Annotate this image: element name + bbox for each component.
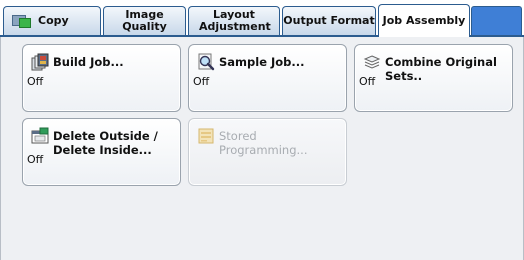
tab-bar: Copy Image Quality Layout Adjustment Out… bbox=[0, 0, 524, 41]
stored-programming-icon bbox=[198, 128, 214, 144]
tab-job-assembly-label: Job Assembly bbox=[382, 14, 466, 27]
build-job-icon bbox=[31, 53, 49, 71]
sample-job-button[interactable]: Sample Job... Off bbox=[188, 44, 347, 112]
copy-icon bbox=[12, 14, 32, 28]
delete-outside-inside-icon bbox=[31, 127, 49, 144]
stored-programming-button: Stored Programming... bbox=[188, 118, 347, 186]
tab-image-quality[interactable]: Image Quality bbox=[103, 6, 186, 35]
tab-job-assembly[interactable]: Job Assembly bbox=[378, 4, 470, 37]
tab-layout-adjustment-label: Layout Adjustment bbox=[199, 8, 271, 33]
tab-output-format[interactable]: Output Format bbox=[282, 6, 376, 35]
combine-original-sets-label: Combine Original Sets.. bbox=[385, 55, 497, 83]
tab-output-format-label: Output Format bbox=[283, 14, 375, 27]
feature-panel: Build Job... Off Sample Job... Off Combi… bbox=[0, 37, 524, 260]
sample-job-value: Off bbox=[193, 75, 210, 88]
build-job-button[interactable]: Build Job... Off bbox=[22, 44, 181, 112]
tab-bar-filler bbox=[471, 6, 522, 35]
delete-outside-inside-label: Delete Outside / Delete Inside... bbox=[53, 129, 158, 157]
build-job-label: Build Job... bbox=[53, 55, 124, 69]
sample-job-label: Sample Job... bbox=[219, 55, 305, 69]
tab-image-quality-label: Image Quality bbox=[122, 8, 167, 33]
combine-original-sets-button[interactable]: Combine Original Sets.. Off bbox=[354, 44, 513, 112]
delete-outside-inside-value: Off bbox=[27, 153, 44, 166]
combine-original-sets-value: Off bbox=[359, 75, 376, 88]
stored-programming-label: Stored Programming... bbox=[219, 129, 308, 157]
delete-outside-label-line1: Delete Outside / bbox=[53, 129, 158, 143]
delete-outside-inside-button[interactable]: Delete Outside / Delete Inside... Off bbox=[22, 118, 181, 186]
tab-copy-label: Copy bbox=[38, 14, 69, 27]
build-job-value: Off bbox=[27, 75, 44, 88]
tab-copy[interactable]: Copy bbox=[3, 6, 101, 35]
delete-outside-label-line2: Delete Inside... bbox=[53, 143, 152, 157]
sample-job-icon bbox=[198, 53, 215, 71]
tab-layout-adjustment[interactable]: Layout Adjustment bbox=[188, 6, 280, 35]
stack-icon bbox=[363, 55, 381, 69]
